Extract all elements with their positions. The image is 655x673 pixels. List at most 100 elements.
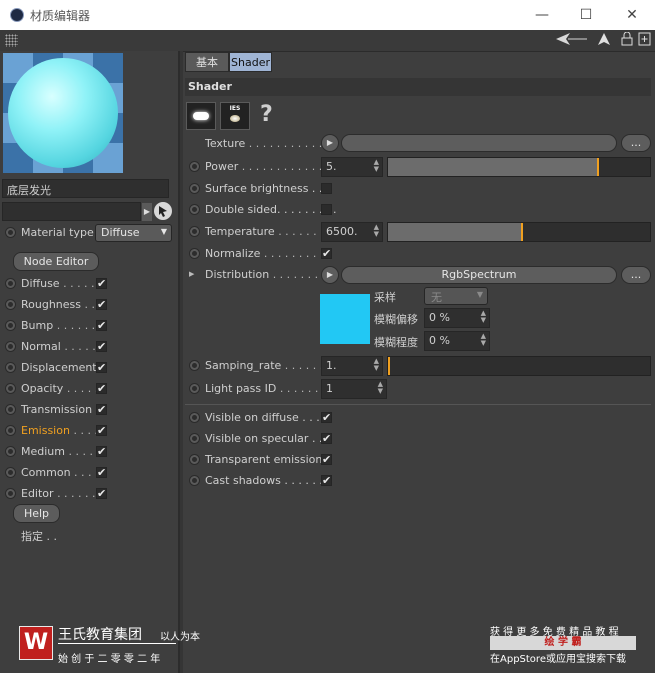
channel-item-transmission[interactable]: Transmission [21,403,92,416]
temperature-slider[interactable] [387,222,651,242]
surface-brightness-checkbox[interactable] [321,183,332,194]
channel-radio[interactable] [5,320,16,331]
grip-icon[interactable] [5,34,18,47]
samping-rate-slider[interactable] [387,356,651,376]
channel-checkbox[interactable]: ✔ [96,320,107,331]
material-type-dropdown[interactable]: Diffuse ▼ [95,224,172,242]
channel-radio[interactable] [5,446,16,457]
close-button[interactable]: ✕ [612,4,652,26]
visible-specular-checkbox[interactable]: ✔ [321,433,332,444]
material-type-radio[interactable] [5,227,16,238]
blur-amount-input[interactable]: 0 % ▲ ▼ [424,331,490,351]
channel-item-common[interactable]: Common . . . . [21,466,99,479]
distribution-more-button[interactable]: ... [621,266,651,284]
transparent-emission-checkbox[interactable]: ✔ [321,454,332,465]
power-slider-marker[interactable] [597,158,599,176]
lock-icon[interactable] [620,31,634,48]
channel-checkbox[interactable]: ✔ [96,341,107,352]
channel-checkbox[interactable]: ✔ [96,488,107,499]
channel-item-editor[interactable]: Editor . . . . . . . [21,487,103,500]
ies-light-button[interactable]: IES [220,102,250,130]
texture-more-button[interactable]: ... [621,134,651,152]
power-input[interactable]: 5. ▲ ▼ [321,157,383,177]
channel-radio[interactable] [5,278,16,289]
texture-field[interactable] [341,134,617,152]
temperature-input[interactable]: 6500. ▲ ▼ [321,222,383,242]
channel-checkbox[interactable]: ✔ [96,299,107,310]
visible-diffuse-radio[interactable] [189,412,200,423]
visible-diffuse-checkbox[interactable]: ✔ [321,412,332,423]
channel-item-normal[interactable]: Normal . . . . . [21,340,96,353]
area-light-button[interactable] [186,102,216,130]
channel-checkbox[interactable]: ✔ [96,425,107,436]
samping-rate-slider-marker[interactable] [388,357,390,375]
spin-arrows-icon[interactable]: ▲ ▼ [374,224,379,238]
back-arrow-icon[interactable] [556,32,588,48]
blur-offset-input[interactable]: 0 % ▲ ▼ [424,308,490,328]
surface-brightness-radio[interactable] [189,183,200,194]
link-arrow-icon[interactable]: ▶ [142,203,152,221]
samping-rate-radio[interactable] [189,360,200,371]
spin-arrows-icon[interactable]: ▲ ▼ [374,358,379,372]
sampling-dropdown[interactable]: 无 ▼ [424,287,488,305]
channel-radio[interactable] [5,425,16,436]
spin-arrows-icon[interactable]: ▲ ▼ [481,310,486,324]
light-pass-input[interactable]: 1 ▲ ▼ [321,379,387,399]
channel-radio[interactable] [5,404,16,415]
channel-radio[interactable] [5,299,16,310]
spin-arrows-icon[interactable]: ▲ ▼ [374,159,379,173]
expand-triangle-icon[interactable]: ▶ [189,270,194,278]
channel-checkbox[interactable]: ✔ [96,383,107,394]
channel-item-diffuse[interactable]: Diffuse . . . . . [21,277,95,290]
light-pass-radio[interactable] [189,383,200,394]
cast-shadows-checkbox[interactable]: ✔ [321,475,332,486]
channel-checkbox[interactable]: ✔ [96,467,107,478]
spin-arrows-icon[interactable]: ▲ ▼ [481,333,486,347]
distribution-arrow-button[interactable]: ▶ [321,266,339,284]
spin-arrows-icon[interactable]: ▲ ▼ [378,381,383,395]
maximize-button[interactable]: ☐ [566,4,606,26]
temperature-slider-marker[interactable] [521,223,523,241]
channel-checkbox[interactable]: ✔ [96,446,107,457]
channel-item-displacement[interactable]: Displacement [21,361,97,374]
link-field[interactable] [2,202,141,221]
picker-icon[interactable] [154,202,172,220]
channel-checkbox[interactable]: ✔ [96,404,107,415]
temperature-radio[interactable] [189,226,200,237]
node-editor-button[interactable]: Node Editor [13,252,99,271]
help-button[interactable]: Help [13,504,60,523]
tab-basic[interactable]: 基本 [185,52,229,72]
channel-radio[interactable] [5,341,16,352]
channel-radio[interactable] [5,467,16,478]
double-sided-radio[interactable] [189,204,200,215]
panel-divider[interactable] [180,51,183,673]
cast-shadows-radio[interactable] [189,475,200,486]
help-question-icon[interactable]: ? [260,102,273,127]
channel-radio[interactable] [5,362,16,373]
channel-item-opacity[interactable]: Opacity . . . . . [21,382,98,395]
power-radio[interactable] [189,161,200,172]
visible-specular-radio[interactable] [189,433,200,444]
channel-item-medium[interactable]: Medium . . . . . [21,445,100,458]
texture-color-swatch[interactable] [320,294,370,344]
texture-arrow-button[interactable]: ▶ [321,134,339,152]
normalize-checkbox[interactable]: ✔ [321,248,332,259]
double-sided-checkbox[interactable] [321,204,332,215]
material-preview[interactable] [3,53,123,173]
transparent-emission-radio[interactable] [189,454,200,465]
channel-checkbox[interactable]: ✔ [96,362,107,373]
channel-radio[interactable] [5,488,16,499]
channel-checkbox[interactable]: ✔ [96,278,107,289]
samping-rate-input[interactable]: 1. ▲ ▼ [321,356,383,376]
minimize-button[interactable]: — [522,4,562,26]
distribution-field[interactable]: RgbSpectrum [341,266,617,284]
channel-item-bump[interactable]: Bump . . . . . . [21,319,95,332]
power-slider[interactable] [387,157,651,177]
channel-item-roughness[interactable]: Roughness . . [21,298,95,311]
channel-radio[interactable] [5,383,16,394]
normalize-radio[interactable] [189,248,200,259]
up-arrow-icon[interactable] [596,32,612,48]
channel-item-emission[interactable]: Emission . . . . [21,424,98,437]
tab-shader[interactable]: Shader [229,52,272,72]
new-window-icon[interactable] [637,32,651,48]
